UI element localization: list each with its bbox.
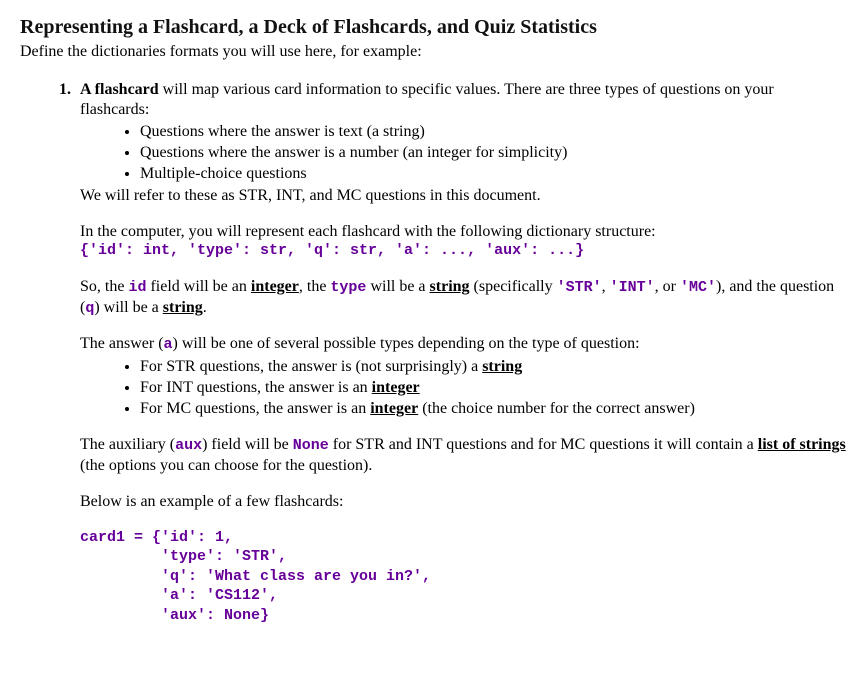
id-paragraph: So, the id field will be an integer, the…	[80, 277, 847, 319]
question-types-list: Questions where the answer is text (a st…	[80, 122, 847, 184]
page-title: Representing a Flashcard, a Deck of Flas…	[20, 15, 847, 40]
example-intro: Below is an example of a few flashcards:	[80, 492, 847, 512]
code-mc: 'MC'	[680, 279, 716, 296]
code-id: id	[128, 279, 146, 296]
kw-list-of-strings: list of strings	[758, 436, 846, 453]
code-type: type	[330, 279, 366, 296]
code-aux: aux	[175, 437, 202, 454]
main-list: A flashcard will map various card inform…	[20, 80, 847, 625]
code-str: 'STR'	[557, 279, 602, 296]
types-summary: We will refer to these as STR, INT, and …	[80, 186, 847, 206]
item-flashcard: A flashcard will map various card inform…	[75, 80, 847, 625]
answer-types-list: For STR questions, the answer is (not su…	[80, 357, 847, 419]
list-item: Multiple-choice questions	[140, 164, 847, 184]
code-none: None	[293, 437, 329, 454]
list-item: Questions where the answer is text (a st…	[140, 122, 847, 142]
answer-intro: The answer (a) will be one of several po…	[80, 334, 847, 355]
lead-rest: will map various card information to spe…	[80, 81, 774, 118]
list-item: For STR questions, the answer is (not su…	[140, 357, 847, 377]
kw-integer: integer	[251, 278, 299, 295]
dict-code: {'id': int, 'type': str, 'q': str, 'a': …	[80, 242, 847, 261]
dict-structure: In the computer, you will represent each…	[80, 222, 847, 261]
kw-string: string	[430, 278, 470, 295]
list-item: For INT questions, the answer is an inte…	[140, 378, 847, 398]
code-int: 'INT'	[610, 279, 655, 296]
aux-paragraph: The auxiliary (aux) field will be None f…	[80, 435, 847, 476]
list-item: For MC questions, the answer is an integ…	[140, 399, 847, 419]
dict-intro: In the computer, you will represent each…	[80, 222, 847, 242]
code-a: a	[164, 336, 173, 353]
answer-block: The answer (a) will be one of several po…	[80, 334, 847, 419]
intro-text: Define the dictionaries formats you will…	[20, 42, 847, 62]
kw-string2: string	[163, 299, 203, 316]
flashcard-lead: A flashcard will map various card inform…	[80, 80, 847, 206]
list-item: Questions where the answer is a number (…	[140, 143, 847, 163]
code-q: q	[85, 300, 94, 317]
example-code-card1: card1 = {'id': 1, 'type': 'STR', 'q': 'W…	[80, 528, 847, 626]
lead-bold: A flashcard	[80, 81, 159, 98]
